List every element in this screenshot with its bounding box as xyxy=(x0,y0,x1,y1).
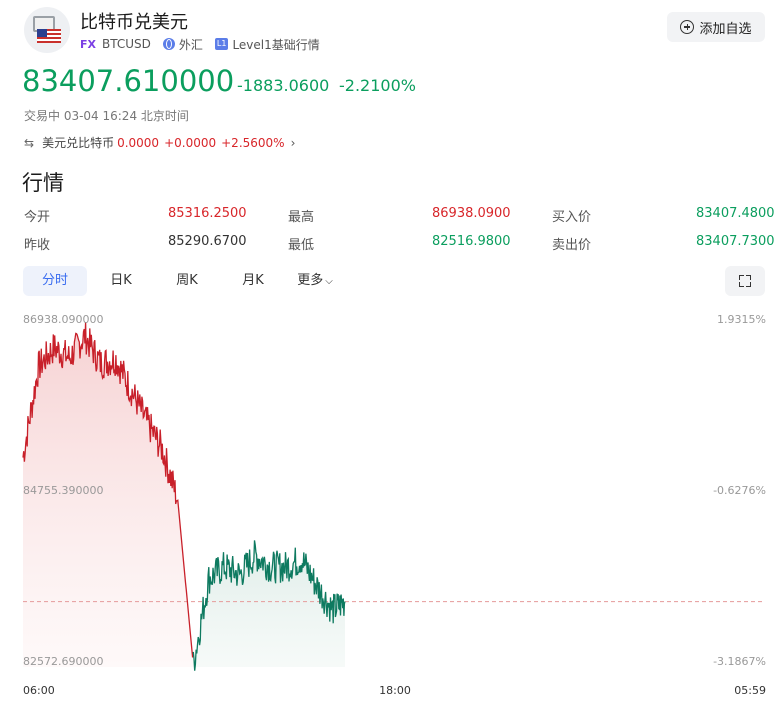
chevron-right-icon: › xyxy=(290,135,296,150)
market-label: 外汇 xyxy=(178,37,203,52)
fullscreen-icon xyxy=(739,275,751,287)
level-badge: L1 xyxy=(214,38,229,50)
intraday-chart[interactable]: 86938.090000 84755.390000 82572.690000 1.93… xyxy=(0,300,780,718)
chevron-down-icon: ⌵ xyxy=(325,276,333,287)
open-value: 85316.2500 xyxy=(168,206,247,221)
prev-close-value: 85290.6700 xyxy=(168,234,247,249)
ask-value: 83407.7300 xyxy=(696,234,775,249)
instrument-tags: FX BTCUSD 外汇 L1 Level1基础行情 xyxy=(80,36,332,52)
tab-more-label: 更多 xyxy=(297,273,324,288)
swap-icon: ⇆ xyxy=(24,135,35,150)
fx-badge: FX xyxy=(80,37,96,51)
y-tick-label-left: 84755.390000 xyxy=(23,484,103,497)
market-section-title: 行情 xyxy=(22,171,64,195)
tab-monthly[interactable]: 月K xyxy=(221,266,285,296)
x-tick-label: 05:59 xyxy=(734,684,766,697)
price-change: -1883.0600 xyxy=(237,76,330,95)
tab-intraday[interactable]: 分时 xyxy=(23,266,87,296)
prev-close-label: 昨收 xyxy=(24,238,51,253)
tab-daily[interactable]: 日K xyxy=(89,266,153,296)
globe-icon xyxy=(162,38,175,50)
level-tag: L1 Level1基础行情 xyxy=(214,36,320,53)
related-change: +0.0000 xyxy=(164,135,217,150)
x-tick-label: 06:00 xyxy=(23,684,55,697)
bid-value: 83407.4800 xyxy=(696,206,775,221)
symbol-tag: FX BTCUSD xyxy=(80,37,151,51)
page-title: 比特币兑美元 xyxy=(80,12,188,33)
add-watchlist-label: 添加自选 xyxy=(699,21,752,37)
last-price: 83407.610000 xyxy=(22,64,235,98)
trading-status: 交易中 03-04 16:24 北京时间 xyxy=(24,109,189,123)
ask-label: 卖出价 xyxy=(552,238,592,253)
tab-more[interactable]: 更多 ⌵ xyxy=(287,266,343,296)
level-label: Level1基础行情 xyxy=(232,37,320,52)
high-value: 86938.0900 xyxy=(432,206,511,221)
related-price: 0.0000 xyxy=(117,135,160,150)
y-tick-label-left: 86938.090000 xyxy=(23,313,103,326)
btc-usd-flag-icon xyxy=(24,7,70,53)
related-change-percent: +2.5600% xyxy=(221,135,285,150)
market-tag: 外汇 xyxy=(162,36,203,53)
bid-label: 买入价 xyxy=(552,210,592,225)
y-tick-label-right: -0.6276% xyxy=(713,484,766,497)
tab-weekly[interactable]: 周K xyxy=(155,266,219,296)
fullscreen-button[interactable] xyxy=(725,266,765,296)
symbol-label: BTCUSD xyxy=(102,37,151,51)
x-tick-label: 18:00 xyxy=(379,684,411,697)
open-label: 今开 xyxy=(24,210,51,225)
period-tabs: 分时 日K 周K 月K 更多 ⌵ xyxy=(23,266,345,296)
add-watchlist-button[interactable]: 添加自选 xyxy=(667,12,765,42)
y-tick-label-left: 82572.690000 xyxy=(23,655,103,668)
low-label: 最低 xyxy=(288,238,315,253)
y-tick-label-right: -3.1867% xyxy=(713,655,766,668)
related-instrument-link[interactable]: ⇆ 美元兑比特币 0.0000 +0.0000 +2.5600% › xyxy=(24,134,295,151)
price-change-percent: -2.2100% xyxy=(339,76,416,95)
plus-circle-icon xyxy=(680,20,695,34)
y-tick-label-right: 1.9315% xyxy=(717,313,766,326)
low-value: 82516.9800 xyxy=(432,234,511,249)
related-label: 美元兑比特币 xyxy=(42,136,115,150)
high-label: 最高 xyxy=(288,210,315,225)
